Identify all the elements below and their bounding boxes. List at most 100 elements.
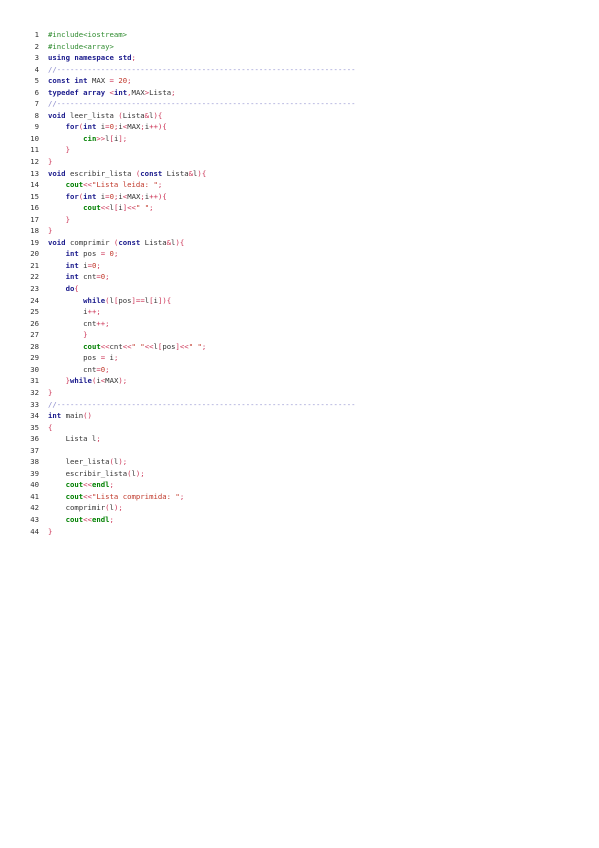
code-token: " " [131,341,145,351]
code-text: leer_lista(l); [39,456,128,468]
code-token: ); [113,503,123,513]
code-text: cout<<"Lista leida: "; [39,179,163,191]
code-token: MAX [87,76,110,86]
line-number: 30 [30,364,39,374]
code-token: ; [201,341,207,351]
code-text: const int MAX = 20; [39,75,132,87]
code-token: Lista [122,110,145,120]
code-token: typedef [48,87,79,97]
code-token: ; [179,491,185,501]
code-line: 9 for(int i=0;i<MAX;i++){ [30,121,570,133]
code-token: MAX [105,376,119,386]
line-number: 32 [30,387,39,397]
code-line: 38 leer_lista(l); [30,456,570,468]
code-token: 20 [118,76,128,86]
code-line: 40 cout<<endl; [30,479,570,491]
code-text: } [39,225,52,237]
code-token: cout [65,514,84,524]
code-line: 21 int i=0; [30,260,570,272]
line-number: 11 [30,145,39,155]
code-token: << [122,341,132,351]
code-token: << [100,203,110,213]
code-line: 16 cout<<l[i]<<" "; [30,202,570,214]
line-number: 15 [30,191,39,201]
code-line: 43 cout<<endl; [30,514,570,526]
code-text: pos = i; [39,352,118,364]
code-token: } [65,145,70,155]
code-token: "Lista comprimida: " [91,491,180,501]
code-token: #include<array> [48,41,114,51]
code-token: ++){ [149,122,167,132]
code-text: Lista l; [39,433,101,445]
code-text: void escribir_lista (const Lista&l){ [39,168,206,180]
line-number: 22 [30,272,39,282]
line-number: 1 [34,30,39,39]
code-token: Lista [162,168,189,178]
line-number: 5 [34,76,39,86]
line-number: 26 [30,318,39,328]
line-number: 6 [34,87,39,97]
code-line: 36 Lista l; [30,433,570,445]
code-line: 20 int pos = 0; [30,248,570,260]
code-token: const [48,76,70,86]
code-token: << [83,480,92,490]
line-number: 31 [30,376,39,386]
code-text: //--------------------------------------… [39,64,356,76]
code-text: do{ [39,283,79,295]
code-token: ); [118,376,128,386]
code-text: } [39,329,87,341]
code-token: comprimir [65,503,106,513]
line-number: 9 [34,122,39,132]
code-text: //--------------------------------------… [39,98,356,110]
code-token: ++){ [149,191,167,201]
code-text: } [39,214,70,226]
code-token: using [48,53,70,63]
line-number: 29 [30,353,39,363]
code-text: } [39,156,52,168]
code-token: } [48,157,53,167]
code-token: pos [83,353,101,363]
code-token: int [65,260,79,270]
code-token: //--------------------------------------… [48,64,356,74]
code-token: cout [83,203,101,213]
code-token: ]== [131,295,145,305]
code-line: 33 //------------------------------------… [30,399,570,411]
code-token: Lista l [65,434,97,444]
code-text: { [39,422,52,434]
code-line: 35 { [30,422,570,434]
code-text: #include<array> [39,41,114,53]
code-token: ]<< [122,203,136,213]
code-text: int cnt=0; [39,271,110,283]
code-token: //--------------------------------------… [48,399,356,409]
code-line: 10 cin>>l[i]; [30,133,570,145]
code-token: " " [135,203,150,213]
code-token: } [48,526,53,536]
code-token: "Lista leida: " [91,180,158,190]
code-token: ; [131,53,136,63]
code-line: 17 } [30,214,570,226]
code-token: Lista [140,237,167,247]
code-line: 42 comprimir(l); [30,502,570,514]
code-token: } [48,387,53,397]
code-token: #include<iostream> [48,30,128,39]
code-text: #include<iostream> [39,29,127,41]
code-token: ); [135,468,145,478]
code-text: cnt=0; [39,364,109,376]
code-line: 7 //-------------------------------------… [30,98,570,110]
code-token: >> [96,133,106,143]
line-number: 20 [30,249,39,259]
line-number: 14 [30,180,39,190]
line-number: 44 [30,526,39,536]
code-token: std [118,53,132,63]
code-token: ); [118,457,128,467]
code-line: 13 void escribir_lista (const Lista&l){ [30,168,570,180]
code-line: 1 #include<iostream> [30,29,570,41]
code-token: i [105,353,114,363]
line-number: 3 [34,53,39,63]
code-line: 31 }while(i<MAX); [30,375,570,387]
code-token: ){ [153,110,163,120]
code-token: int [74,76,88,86]
line-number: 23 [30,284,39,294]
code-line: 19 void comprimir (const Lista&l){ [30,237,570,249]
